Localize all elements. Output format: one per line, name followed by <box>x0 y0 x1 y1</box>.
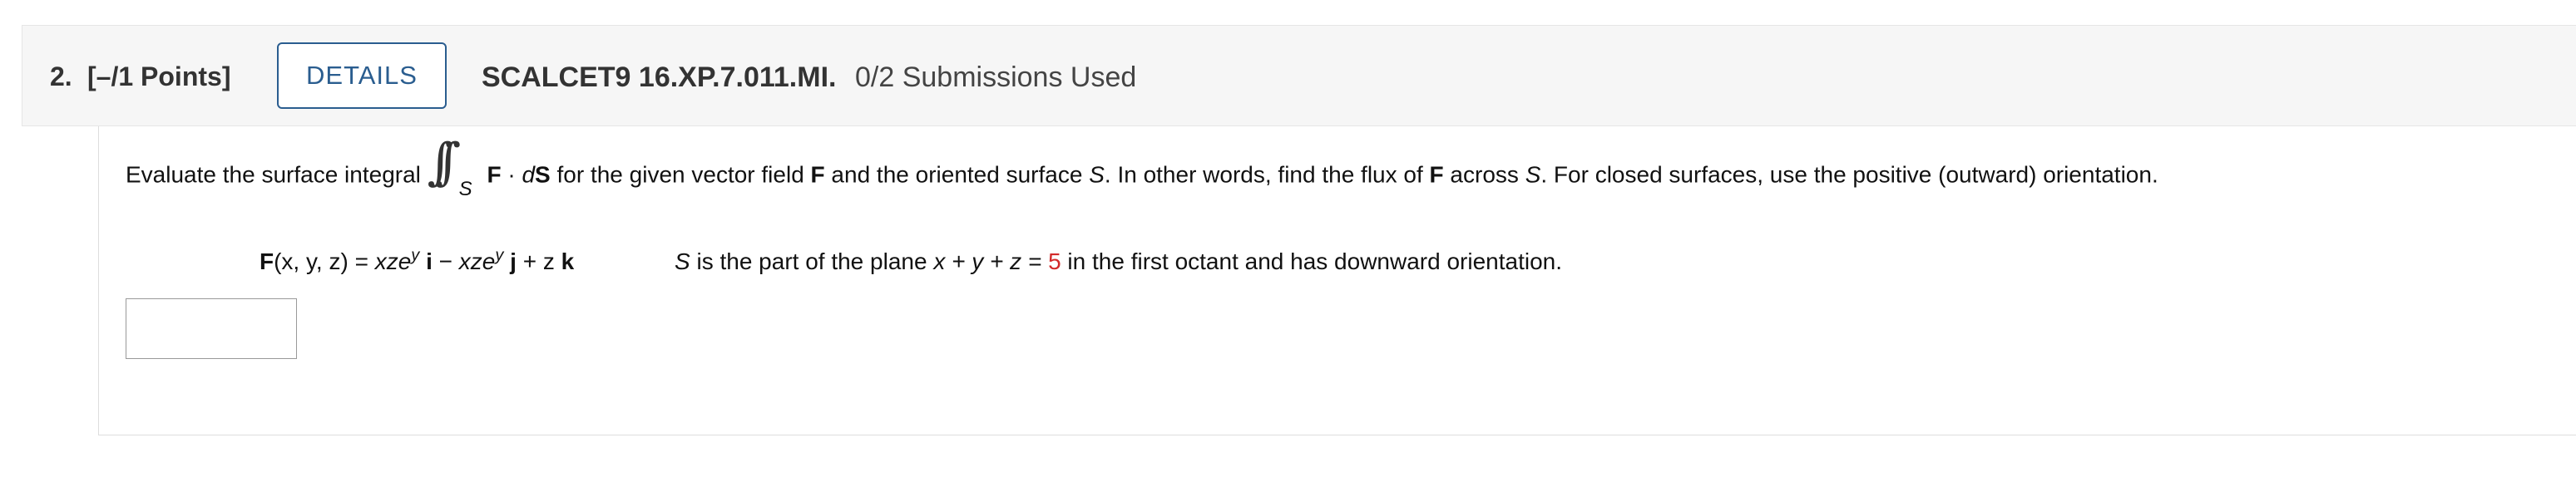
field-xze-2: xze <box>458 248 496 274</box>
field-exp-y-2: y <box>495 246 504 265</box>
question-number: 2. <box>50 61 72 91</box>
prompt-S1: S <box>1089 161 1105 188</box>
field-xze-1: xze <box>374 248 412 274</box>
question-body: Evaluate the surface integral ∫∫ S F · d… <box>98 126 2576 435</box>
details-button[interactable]: DETAILS <box>277 42 447 109</box>
integrand-F: F <box>487 161 502 188</box>
field-k: k <box>561 248 575 274</box>
field-i: i <box>419 248 433 274</box>
prompt-F1: F <box>810 161 825 188</box>
surface-integral-symbol: ∫∫ S <box>428 133 481 200</box>
plane-equation: x + y + z = <box>933 248 1049 274</box>
prompt-text-4: across <box>1443 161 1525 188</box>
prompt-text-3: . In other words, find the flux of <box>1104 161 1430 188</box>
field-j: j <box>503 248 517 274</box>
surface-text-2: in the first octant and has downward ori… <box>1061 248 1562 274</box>
surface-line: S is the part of the plane x + y + z = 5… <box>675 248 1562 275</box>
question-header: 2. [–/1 Points] DETAILS SCALCET9 16.XP.7… <box>22 25 2576 126</box>
plane-value: 5 <box>1048 248 1061 274</box>
dot-operator: · <box>501 161 522 188</box>
surface-S: S <box>675 248 690 274</box>
integrand-S: S <box>535 161 551 188</box>
submissions-used: 0/2 Submissions Used <box>855 61 1137 93</box>
field-args: (x, y, z) = <box>274 248 375 274</box>
integral-subscript: S <box>458 178 472 200</box>
integrand-d: d <box>522 161 536 188</box>
prompt-text-start: Evaluate the surface integral <box>126 161 421 188</box>
prompt-line: Evaluate the surface integral ∫∫ S F · d… <box>126 133 2158 200</box>
double-integral-glyph: ∫∫ <box>427 133 461 191</box>
prompt-text-2: and the oriented surface <box>824 161 1090 188</box>
field-F: F <box>260 248 274 274</box>
field-minus: − <box>432 248 459 274</box>
prompt-F2: F <box>1429 161 1444 188</box>
surface-text-1: is the part of the plane <box>690 248 934 274</box>
prompt-S2: S <box>1525 161 1541 188</box>
question-code: SCALCET9 16.XP.7.011.MI. <box>482 61 837 93</box>
prompt-text-5: . For closed surfaces, use the positive … <box>1540 161 2158 188</box>
field-exp-y-1: y <box>411 246 420 265</box>
question-points: [–/1 Points] <box>87 61 231 91</box>
vector-field-line: F(x, y, z) = xzey i − xzey j + z k <box>260 248 574 275</box>
answer-input[interactable] <box>126 298 297 359</box>
prompt-text-1: for the given vector field <box>550 161 811 188</box>
field-plus-z: + z <box>516 248 561 274</box>
